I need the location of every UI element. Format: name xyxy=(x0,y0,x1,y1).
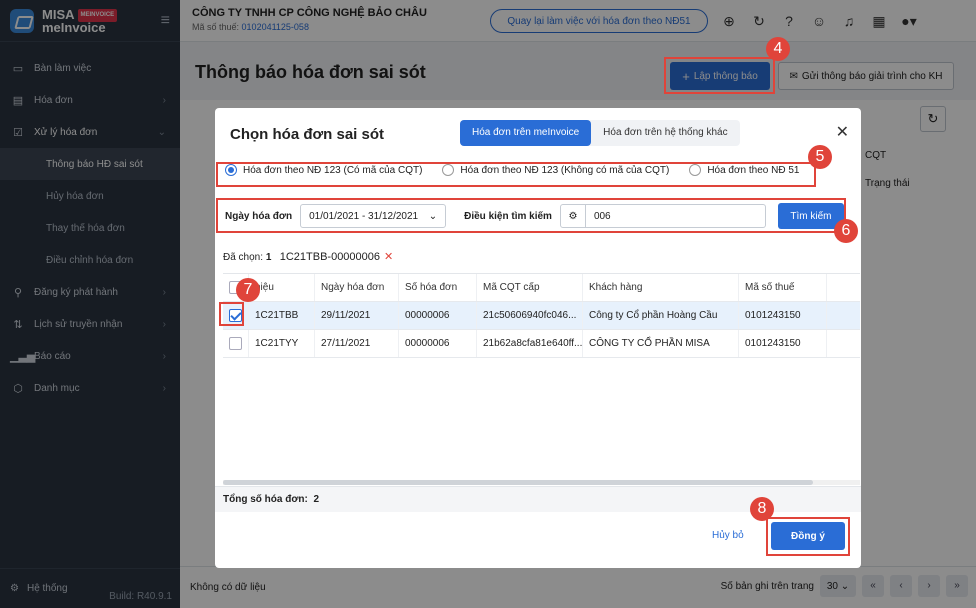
scrollbar-thumb[interactable] xyxy=(223,480,813,485)
highlight-row-checkbox xyxy=(219,302,244,326)
cell-cqt-code: 21b62a8cfa81e640ff... xyxy=(477,330,583,357)
step-badge-8: 8 xyxy=(750,497,774,521)
col-tax: Mã số thuế xyxy=(739,274,827,301)
remove-selected-icon[interactable]: ✕ xyxy=(384,251,393,263)
col-date: Ngày hóa đơn xyxy=(315,274,399,301)
cell-symbol: 1C21TYY xyxy=(249,330,315,357)
selected-summary: Đã chọn: 1 1C21TBB-00000006 ✕ xyxy=(223,250,393,263)
dialog-title: Chọn hóa đơn sai sót xyxy=(230,126,384,143)
highlight-create-button xyxy=(664,57,775,94)
cell-date: 27/11/2021 xyxy=(315,330,399,357)
cell-customer: Công ty Cổ phần Hoàng Cầu xyxy=(583,302,739,329)
total-label: Tổng số hóa đơn: xyxy=(223,494,308,505)
tab-meinvoice[interactable]: Hóa đơn trên meInvoice xyxy=(460,120,592,146)
close-icon[interactable]: ✕ xyxy=(836,122,849,142)
cell-customer: CÔNG TY CỔ PHẦN MISA xyxy=(583,330,739,357)
cell-tax: 0101243150 xyxy=(739,330,827,357)
tab-other-system[interactable]: Hóa đơn trên hệ thống khác xyxy=(591,120,739,146)
selected-item: 1C21TBB-00000006 xyxy=(279,251,381,263)
cell-number: 00000006 xyxy=(399,302,477,329)
col-extra xyxy=(827,274,860,301)
highlight-radio-row xyxy=(216,162,816,187)
step-badge-6: 6 xyxy=(834,219,858,243)
source-tabs: Hóa đơn trên meInvoice Hóa đơn trên hệ t… xyxy=(460,120,740,146)
table-row[interactable]: 1C21TBB 29/11/2021 00000006 21c50606940f… xyxy=(223,302,860,330)
checkbox-icon xyxy=(229,337,242,350)
cell-extra xyxy=(827,302,860,329)
step-badge-4: 4 xyxy=(766,37,790,61)
cancel-link[interactable]: Hủy bỏ xyxy=(712,530,744,541)
cell-cqt-code: 21c50606940fc046... xyxy=(477,302,583,329)
cell-date: 29/11/2021 xyxy=(315,302,399,329)
invoice-grid: hiệu Ngày hóa đơn Số hóa đơn Mã CQT cấp … xyxy=(223,273,860,358)
cell-tax: 0101243150 xyxy=(739,302,827,329)
cell-number: 00000006 xyxy=(399,330,477,357)
table-row[interactable]: 1C21TYY 27/11/2021 00000006 21b62a8cfa81… xyxy=(223,330,860,358)
selected-label: Đã chọn: xyxy=(223,252,264,263)
col-customer: Khách hàng xyxy=(583,274,739,301)
col-number: Số hóa đơn xyxy=(399,274,477,301)
highlight-agree-button xyxy=(766,517,850,556)
col-cqt-code: Mã CQT cấp xyxy=(477,274,583,301)
grid-header: hiệu Ngày hóa đơn Số hóa đơn Mã CQT cấp … xyxy=(223,274,860,302)
total-value: 2 xyxy=(313,494,319,505)
highlight-filter-row xyxy=(216,198,846,233)
step-badge-7: 7 xyxy=(236,278,260,302)
cell-extra xyxy=(827,330,860,357)
cell-symbol: 1C21TBB xyxy=(249,302,315,329)
step-badge-5: 5 xyxy=(808,145,832,169)
row-checkbox[interactable] xyxy=(223,330,249,357)
horizontal-scrollbar[interactable] xyxy=(223,480,860,485)
selected-count: 1 xyxy=(265,252,272,263)
